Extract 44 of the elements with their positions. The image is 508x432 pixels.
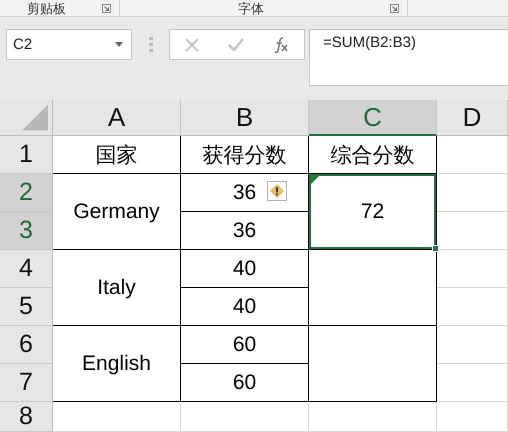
empty-cell[interactable]: [437, 402, 508, 432]
cell-reference: C2: [13, 36, 34, 53]
table-cell[interactable]: [309, 250, 437, 326]
formula-text: =SUM(B2:B3): [323, 34, 416, 51]
warning-icon[interactable]: [267, 181, 287, 201]
table-cell[interactable]: 72: [309, 174, 437, 250]
row-header[interactable]: 6: [0, 326, 53, 364]
table-cell[interactable]: [309, 326, 437, 402]
fill-handle[interactable]: [432, 245, 439, 252]
row-header[interactable]: 8: [0, 402, 53, 432]
table-cell[interactable]: 36: [181, 212, 309, 250]
column-header[interactable]: D: [437, 100, 508, 136]
table-cell[interactable]: 获得分数: [181, 136, 309, 174]
cancel-icon[interactable]: [184, 38, 199, 52]
table-cell[interactable]: 综合分数: [309, 136, 437, 174]
row-header[interactable]: 2: [0, 174, 53, 212]
row-header[interactable]: 7: [0, 364, 53, 402]
row-header[interactable]: 4: [0, 250, 53, 288]
column-header[interactable]: A: [53, 100, 181, 136]
caret-icon: [115, 42, 123, 47]
table-cell[interactable]: 国家: [53, 136, 181, 174]
ribbon-group-label: 字体: [238, 0, 264, 16]
row-header[interactable]: 5: [0, 288, 53, 326]
select-all-icon[interactable]: [0, 100, 53, 136]
table-cell[interactable]: 40: [181, 250, 309, 288]
ribbon-group-label: 剪贴板: [27, 0, 66, 16]
column-header[interactable]: C: [309, 100, 437, 136]
table-cell[interactable]: 60: [181, 364, 309, 402]
row-header[interactable]: 3: [0, 212, 53, 250]
dialog-launcher-icon[interactable]: [390, 4, 399, 12]
column-header[interactable]: B: [181, 100, 309, 136]
check-icon[interactable]: [228, 38, 244, 51]
table-cell[interactable]: Italy: [53, 250, 181, 326]
table-cell[interactable]: 40: [181, 288, 309, 326]
dialog-launcher-icon[interactable]: [102, 4, 111, 12]
table-cell[interactable]: 36: [181, 174, 309, 212]
formula-field[interactable]: =SUM(B2:B3): [309, 29, 508, 86]
table-cell[interactable]: English: [53, 326, 181, 402]
function-icon[interactable]: [273, 36, 290, 52]
grip-icon: [149, 37, 153, 53]
name-box[interactable]: C2: [6, 29, 132, 60]
table-cell[interactable]: 60: [181, 326, 309, 364]
table-cell[interactable]: Germany: [53, 174, 181, 250]
row-header[interactable]: 1: [0, 136, 53, 174]
